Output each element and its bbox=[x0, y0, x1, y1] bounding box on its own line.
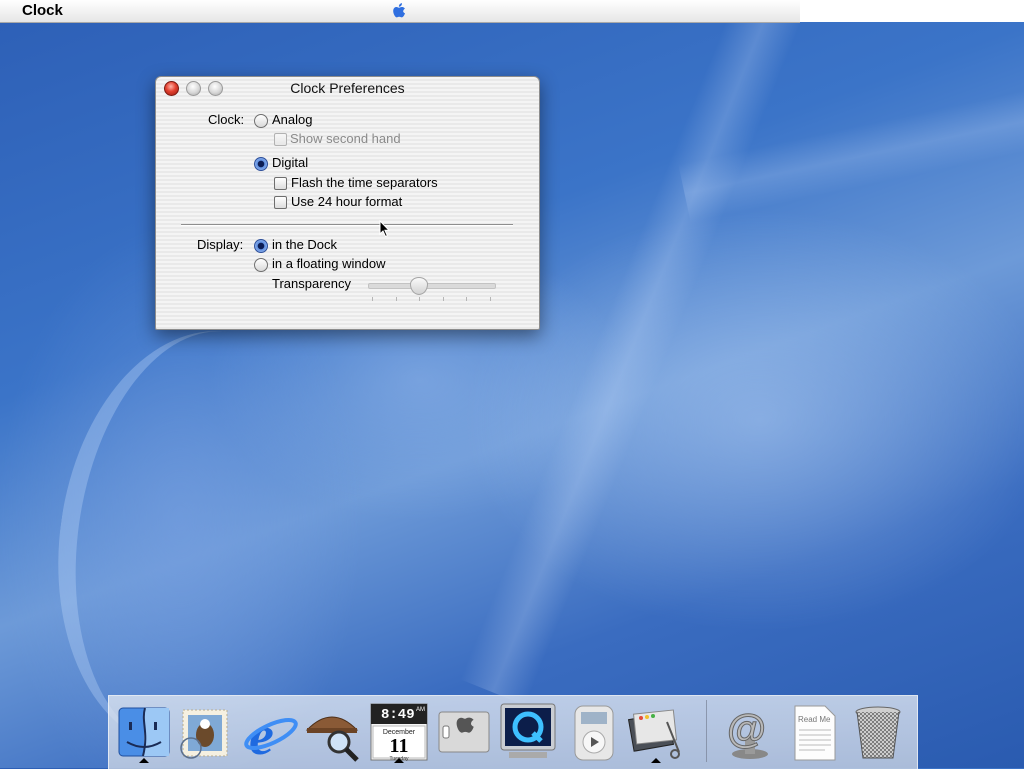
dock-item-desktop[interactable] bbox=[627, 702, 685, 763]
show-second-hand-checkbox[interactable] bbox=[274, 133, 287, 146]
window-titlebar[interactable]: Clock Preferences bbox=[156, 77, 539, 99]
digital-radio[interactable] bbox=[254, 157, 268, 171]
dock-item-system-preferences[interactable] bbox=[435, 702, 493, 762]
ipod-player-icon bbox=[574, 705, 614, 761]
dock-item-finder[interactable] bbox=[115, 702, 173, 763]
slider-tick bbox=[443, 297, 444, 301]
dock-item-at-alias[interactable]: @ bbox=[721, 702, 779, 762]
dock-item-internet-explorer[interactable]: e bbox=[241, 702, 299, 767]
running-indicator bbox=[394, 758, 404, 763]
desktop-streak bbox=[678, 76, 1024, 224]
dock-item-quicktime[interactable] bbox=[499, 702, 557, 762]
display-section-label: Display: bbox=[197, 237, 244, 252]
slider-tick bbox=[466, 297, 467, 301]
dock-item-mail[interactable] bbox=[177, 702, 235, 762]
flash-separators-label[interactable]: Flash the time separators bbox=[291, 175, 438, 190]
window-title: Clock Preferences bbox=[290, 80, 405, 96]
desktop-scissors-icon bbox=[627, 709, 680, 759]
use-24-hour-label[interactable]: Use 24 hour format bbox=[291, 194, 402, 209]
dock-item-clock[interactable]: 8:49 AM December 11 Tuesday bbox=[369, 702, 429, 763]
finder-icon bbox=[118, 707, 170, 757]
slider-tick bbox=[419, 297, 420, 301]
app-menu-clock[interactable]: Clock bbox=[22, 2, 63, 19]
svg-text:@: @ bbox=[727, 707, 766, 751]
in-dock-label[interactable]: in the Dock bbox=[272, 237, 337, 252]
read-me-title: Read Me bbox=[798, 715, 831, 724]
slider-tick bbox=[372, 297, 373, 301]
slider-tick bbox=[490, 297, 491, 301]
transparency-label: Transparency bbox=[272, 276, 351, 291]
transparency-slider-track[interactable] bbox=[368, 283, 496, 289]
section-divider bbox=[181, 224, 513, 226]
clock-preferences-window: Clock Preferences Clock: Analog Show sec… bbox=[155, 76, 540, 330]
show-second-hand-label[interactable]: Show second hand bbox=[290, 131, 401, 146]
dock-item-sherlock[interactable] bbox=[303, 702, 361, 762]
running-indicator bbox=[651, 758, 661, 763]
read-me-document-icon bbox=[794, 705, 836, 761]
flash-separators-checkbox[interactable] bbox=[274, 177, 287, 190]
menu-bar-right bbox=[800, 0, 1024, 22]
dock-item-trash[interactable] bbox=[849, 702, 907, 762]
dock: e 8:49 AM December 11 Tuesday @ Read Me bbox=[108, 695, 918, 769]
dock-clock-ampm: AM bbox=[416, 707, 425, 713]
transparency-slider-thumb[interactable] bbox=[410, 277, 428, 295]
menu-bar: Clock bbox=[0, 0, 800, 23]
dock-clock-time: 8:49 bbox=[381, 707, 415, 723]
sherlock-hat-magnifier-icon bbox=[305, 716, 359, 762]
floating-window-radio[interactable] bbox=[254, 258, 268, 272]
analog-label[interactable]: Analog bbox=[272, 112, 312, 127]
digital-label[interactable]: Digital bbox=[272, 155, 308, 170]
system-preferences-icon bbox=[438, 711, 490, 753]
quicktime-icon bbox=[500, 703, 556, 758]
dock-item-itunes[interactable] bbox=[565, 702, 623, 762]
at-sign-icon: @ bbox=[727, 707, 768, 759]
dock-item-read-me[interactable]: Read Me bbox=[785, 702, 843, 762]
mouse-cursor-icon bbox=[379, 220, 391, 238]
in-dock-radio[interactable] bbox=[254, 239, 268, 253]
running-indicator bbox=[139, 758, 149, 763]
floating-window-label[interactable]: in a floating window bbox=[272, 256, 385, 271]
mail-stamp-icon bbox=[180, 709, 228, 759]
slider-tick bbox=[396, 297, 397, 301]
clock-section-label: Clock: bbox=[208, 112, 245, 127]
dock-divider bbox=[706, 700, 707, 762]
apple-logo-icon[interactable] bbox=[392, 2, 408, 20]
trash-icon bbox=[855, 706, 901, 759]
analog-radio[interactable] bbox=[254, 114, 268, 128]
use-24-hour-checkbox[interactable] bbox=[274, 196, 287, 209]
dock-clock-day: 11 bbox=[389, 735, 409, 757]
internet-explorer-icon: e bbox=[244, 705, 298, 767]
